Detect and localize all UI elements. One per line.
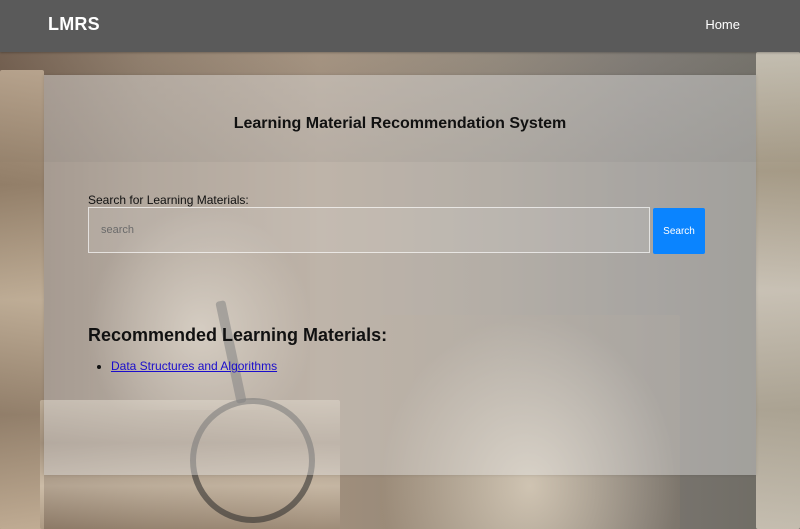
book-stack-shape: [756, 52, 800, 529]
recommendations-list: Data Structures and Algorithms: [88, 359, 277, 373]
list-item: Data Structures and Algorithms: [111, 359, 277, 373]
recommendation-link[interactable]: Data Structures and Algorithms: [111, 359, 277, 373]
brand-logo-link[interactable]: LMRS: [48, 14, 100, 35]
recommendations-heading: Recommended Learning Materials:: [88, 325, 388, 345]
page-title: Learning Material Recommendation System: [233, 115, 567, 132]
search-label: Search for Learning Materials:: [88, 193, 249, 207]
book-stack-shape: [0, 70, 44, 529]
main-card: Learning Material Recommendation System …: [44, 75, 756, 475]
nav-home-link[interactable]: Home: [705, 17, 740, 32]
search-input[interactable]: [88, 207, 650, 253]
search-button[interactable]: Search: [653, 208, 705, 254]
top-navbar: LMRS Home: [0, 0, 800, 52]
